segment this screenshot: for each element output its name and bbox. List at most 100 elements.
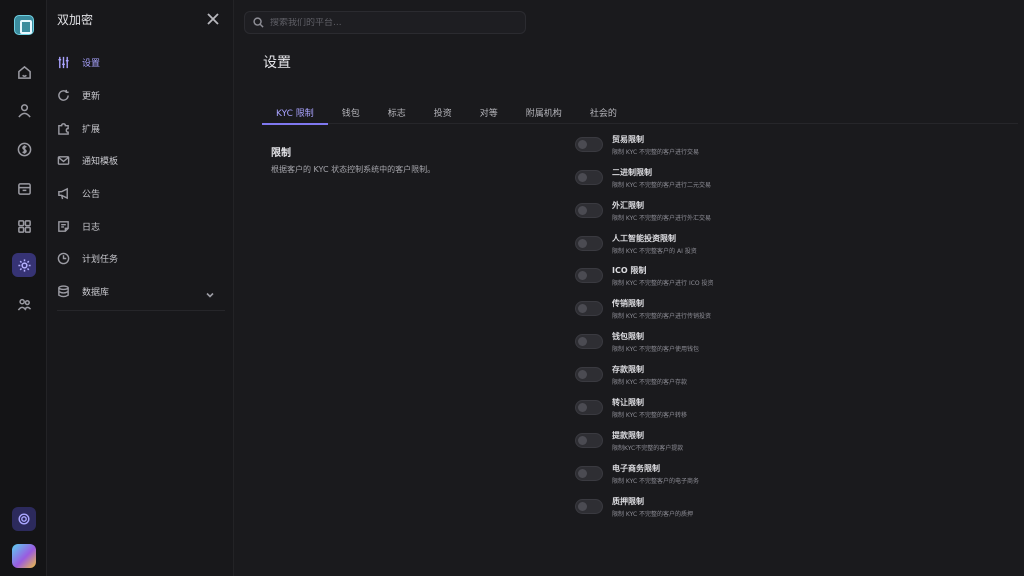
refresh-icon [57, 89, 70, 102]
sidebar-divider [57, 310, 225, 311]
tab-social[interactable]: 社会的 [576, 100, 631, 124]
sliders-icon [57, 56, 70, 69]
sidebar-item-notification-templates[interactable]: 通知模板 [57, 149, 225, 171]
sidebar-item-logs[interactable]: 日志 [57, 215, 225, 237]
toggle-description: 限制 KYC 不完整客户的电子商务 [612, 478, 700, 485]
toggle-row: 人工智能投资限制 限制 KYC 不完整客户的 AI 投资 [575, 233, 1015, 261]
sidebar-item-label: 扩展 [82, 124, 101, 135]
tab-invest[interactable]: 投资 [420, 100, 466, 124]
toggle-description: 限制KYC不完整的客户提款 [612, 445, 684, 452]
sidebar-item-settings[interactable]: 设置 [57, 51, 225, 73]
section-title: 限制 [271, 148, 291, 159]
toggle-description: 限制 KYC 不完整的客户的质押 [612, 511, 694, 518]
mlm-restriction-switch[interactable] [575, 301, 603, 316]
search-input[interactable] [270, 17, 510, 28]
toggle-title: 钱包限制 [612, 332, 644, 341]
toggle-row: 钱包限制 限制 KYC 不完整的客户使用钱包 [575, 331, 1015, 359]
page-title: 设置 [263, 55, 291, 71]
toggle-description: 限制 KYC 不完整的客户存款 [612, 379, 688, 386]
toggle-description: 限制 KYC 不完整的客户使用钱包 [612, 346, 700, 353]
app-logo[interactable] [14, 15, 34, 35]
sidebar-item-updates[interactable]: 更新 [57, 84, 225, 106]
clock-icon [57, 252, 70, 265]
tab-wallet[interactable]: 钱包 [328, 100, 374, 124]
chevron-down-icon[interactable] [205, 285, 215, 298]
toggle-description: 限制 KYC 不完整客户的 AI 投资 [612, 248, 697, 255]
tab-affiliates[interactable]: 附属机构 [512, 100, 576, 124]
database-icon [57, 284, 70, 298]
sidebar-item-label: 更新 [82, 91, 101, 102]
forex-restriction-switch[interactable] [575, 203, 603, 218]
toggle-description: 限制 KYC 不完整的客户进行二元交易 [612, 182, 712, 189]
toggle-title: 传销限制 [612, 299, 644, 308]
toggle-title: 贸易限制 [612, 135, 644, 144]
tab-p2p[interactable]: 对等 [466, 100, 512, 124]
toggle-title: ICO 限制 [612, 266, 647, 275]
toggle-description: 限制 KYC 不完整的客户进行交易 [612, 149, 700, 156]
sidebar-item-label: 设置 [82, 58, 101, 69]
sidebar-item-announcements[interactable]: 公告 [57, 182, 225, 204]
user-avatar[interactable] [12, 544, 36, 568]
ai-investment-restriction-switch[interactable] [575, 236, 603, 251]
search-bar[interactable] [244, 11, 526, 34]
sidebar-item-scheduled-tasks[interactable]: 计划任务 [57, 247, 225, 269]
sidebar-item-label: 数据库 [82, 287, 110, 298]
toggle-row: 外汇限制 限制 KYC 不完整的客户进行外汇交易 [575, 200, 1015, 228]
toggle-row: 质押限制 限制 KYC 不完整的客户的质押 [575, 496, 1015, 524]
toggle-title: 提款限制 [612, 431, 644, 440]
toggle-title: 外汇限制 [612, 201, 644, 210]
sidebar-item-database[interactable]: 数据库 [57, 280, 225, 302]
toggle-row: ICO 限制 限制 KYC 不完整的客户进行 ICO 投资 [575, 265, 1015, 293]
deposit-restriction-switch[interactable] [575, 367, 603, 382]
trade-restriction-switch[interactable] [575, 137, 603, 152]
toggle-row: 二进制限制 限制 KYC 不完整的客户进行二元交易 [575, 167, 1015, 195]
ecommerce-restriction-switch[interactable] [575, 466, 603, 481]
settings-tabs: KYC 限制 钱包 标志 投资 对等 附属机构 社会的 [262, 100, 1018, 125]
ico-restriction-switch[interactable] [575, 268, 603, 283]
toggle-row: 电子商务限制 限制 KYC 不完整客户的电子商务 [575, 463, 1015, 491]
grid-icon[interactable] [12, 214, 36, 238]
icon-rail [0, 0, 47, 576]
tab-logo[interactable]: 标志 [374, 100, 420, 124]
sidebar-item-label: 公告 [82, 189, 101, 200]
tab-kyc-restrictions[interactable]: KYC 限制 [262, 100, 328, 125]
toggle-row: 存款限制 限制 KYC 不完整的客户存款 [575, 364, 1015, 392]
toggle-title: 存款限制 [612, 365, 644, 374]
wallet-restriction-switch[interactable] [575, 334, 603, 349]
toggle-description: 限制 KYC 不完整的客户进行外汇交易 [612, 215, 712, 222]
dollar-icon[interactable] [12, 137, 36, 161]
toggle-title: 转让限制 [612, 398, 644, 407]
withdraw-restriction-switch[interactable] [575, 433, 603, 448]
sidebar-item-label: 通知模板 [82, 156, 119, 167]
sidebar-item-extensions[interactable]: 扩展 [57, 117, 225, 139]
settings-sidebar: 双加密 设置 更新 扩展 通知模板 公告 日志 计划任务 数据库 [47, 0, 234, 576]
sidebar-item-label: 日志 [82, 222, 101, 233]
toggle-title: 二进制限制 [612, 168, 652, 177]
puzzle-icon [57, 122, 70, 135]
bottom-settings-icon[interactable] [12, 507, 36, 531]
binary-restriction-switch[interactable] [575, 170, 603, 185]
toggle-title: 人工智能投资限制 [612, 234, 676, 243]
toggle-description: 限制 KYC 不完整的客户进行 ICO 投资 [612, 280, 714, 287]
note-icon [57, 220, 70, 233]
toggle-row: 转让限制 限制 KYC 不完整的客户转移 [575, 397, 1015, 425]
sidebar-item-label: 计划任务 [82, 254, 119, 265]
mail-icon [57, 154, 70, 167]
search-icon [253, 17, 264, 28]
settings-gear-icon[interactable] [12, 253, 36, 277]
staking-restriction-switch[interactable] [575, 499, 603, 514]
user-icon[interactable] [12, 98, 36, 122]
transfer-restriction-switch[interactable] [575, 400, 603, 415]
store-icon[interactable] [12, 176, 36, 200]
megaphone-icon [57, 187, 70, 200]
section-description: 根据客户的 KYC 状态控制系统中的客户限制。 [271, 165, 436, 174]
users-group-icon[interactable] [12, 292, 36, 316]
toggle-row: 贸易限制 限制 KYC 不完整的客户进行交易 [575, 134, 1015, 162]
home-icon[interactable] [12, 60, 36, 84]
toggle-row: 传销限制 限制 KYC 不完整的客户进行传销投资 [575, 298, 1015, 326]
toggle-description: 限制 KYC 不完整的客户进行传销投资 [612, 313, 712, 320]
sidebar-title: 双加密 [57, 13, 94, 27]
close-icon[interactable] [206, 11, 220, 25]
toggle-description: 限制 KYC 不完整的客户转移 [612, 412, 688, 419]
toggle-row: 提款限制 限制KYC不完整的客户提款 [575, 430, 1015, 458]
